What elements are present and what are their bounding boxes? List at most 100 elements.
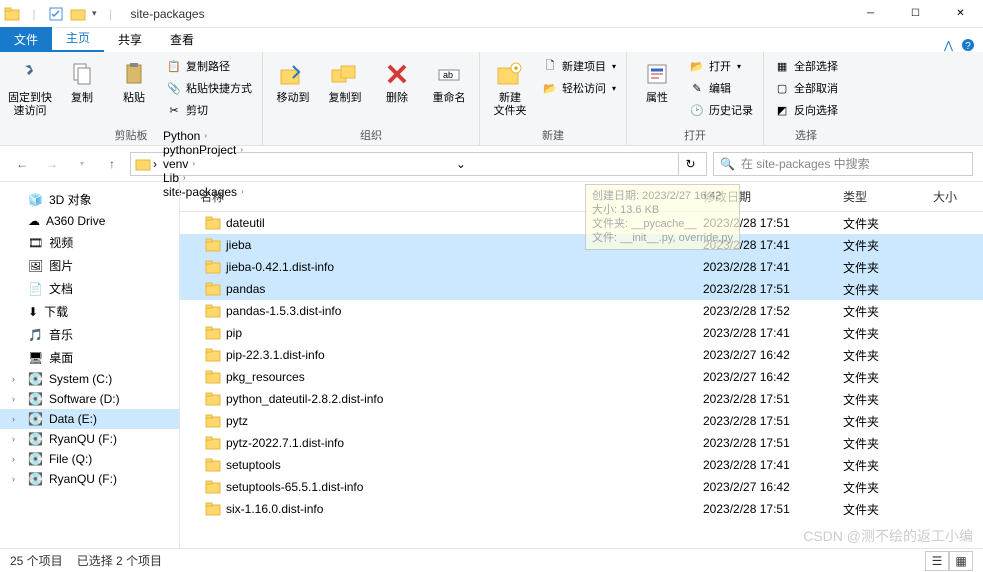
ribbon: 固定到快 速访问 复制 粘贴 📋复制路径 📎粘贴快捷方式 ✂剪切 剪贴板 移动到…: [0, 52, 983, 146]
view-details-button[interactable]: ☰: [925, 551, 949, 571]
tree-item[interactable]: 🖥桌面: [0, 346, 179, 369]
nav-tree[interactable]: 🧊3D 对象☁A360 Drive🎞视频🖼图片📄文档⬇下载🎵音乐🖥桌面›💽Sys…: [0, 182, 180, 548]
moveto-button[interactable]: 移动到: [269, 56, 317, 107]
chevron-right-icon[interactable]: ›: [240, 145, 243, 154]
file-date: 2023/2/28 17:41: [703, 458, 843, 472]
table-row[interactable]: python_dateutil-2.8.2.dist-info2023/2/28…: [180, 388, 983, 410]
table-row[interactable]: jieba2023/2/28 17:41文件夹: [180, 234, 983, 256]
breadcrumb-item[interactable]: venv›: [159, 157, 248, 171]
paste-shortcut-button[interactable]: 📎粘贴快捷方式: [162, 78, 256, 98]
checkbox-icon[interactable]: [48, 6, 64, 22]
table-row[interactable]: pytz2023/2/28 17:51文件夹: [180, 410, 983, 432]
chevron-right-icon[interactable]: ›: [153, 157, 157, 171]
col-size[interactable]: 大小: [933, 188, 983, 205]
main-split: 🧊3D 对象☁A360 Drive🎞视频🖼图片📄文档⬇下载🎵音乐🖥桌面›💽Sys…: [0, 182, 983, 548]
qat-overflow-icon[interactable]: ▾: [92, 8, 97, 19]
tree-item[interactable]: ›💽RyanQU (F:): [0, 429, 179, 449]
file-type: 文件夹: [843, 435, 933, 452]
expand-icon[interactable]: ›: [12, 374, 15, 384]
table-row[interactable]: pip-22.3.1.dist-info2023/2/27 16:42文件夹: [180, 344, 983, 366]
breadcrumb-item[interactable]: Python›: [159, 129, 248, 143]
tree-item[interactable]: ›💽RyanQU (F:): [0, 469, 179, 489]
nav-up-button[interactable]: ↑: [100, 152, 124, 176]
tree-item-label: RyanQU (F:): [49, 472, 117, 486]
edit-button[interactable]: ✎编辑: [685, 78, 757, 98]
chevron-right-icon[interactable]: ›: [183, 173, 186, 182]
tab-view[interactable]: 查看: [156, 27, 208, 52]
folder-icon[interactable]: [70, 6, 86, 22]
search-input[interactable]: 🔍 在 site-packages 中搜索: [713, 152, 973, 176]
copy-icon: [66, 58, 98, 90]
tree-item[interactable]: ›💽Software (D:): [0, 389, 179, 409]
tree-item[interactable]: 📄文档: [0, 277, 179, 300]
copy-path-button[interactable]: 📋复制路径: [162, 56, 256, 76]
maximize-button[interactable]: ☐: [893, 0, 938, 28]
select-none-button[interactable]: ▢全部取消: [770, 78, 842, 98]
copy-button[interactable]: 复制: [58, 56, 106, 107]
tab-share[interactable]: 共享: [104, 27, 156, 52]
table-row[interactable]: six-1.16.0.dist-info2023/2/28 17:51文件夹: [180, 498, 983, 520]
breadcrumb-item[interactable]: pythonProject›: [159, 143, 248, 157]
rename-button[interactable]: ab重命名: [425, 56, 473, 107]
open-button[interactable]: 📂打开▾: [685, 56, 757, 76]
help-icon[interactable]: ?: [961, 38, 975, 52]
close-button[interactable]: ✕: [938, 0, 983, 28]
col-date[interactable]: 修改日期: [703, 188, 843, 205]
tab-home[interactable]: 主页: [52, 25, 104, 52]
newfolder-button[interactable]: ✦新建 文件夹: [486, 56, 534, 120]
expand-icon[interactable]: ›: [12, 394, 15, 404]
minimize-button[interactable]: ─: [848, 0, 893, 28]
nav-forward-button[interactable]: →: [40, 152, 64, 176]
chevron-right-icon[interactable]: ›: [192, 159, 195, 168]
tree-item[interactable]: ⬇下载: [0, 300, 179, 323]
tree-item[interactable]: 🎵音乐: [0, 323, 179, 346]
col-name[interactable]: 名称: [180, 188, 703, 205]
expand-icon[interactable]: ›: [12, 414, 15, 424]
divider-icon: |: [103, 6, 119, 22]
col-type[interactable]: 类型: [843, 188, 933, 205]
expand-icon[interactable]: ›: [12, 434, 15, 444]
list-body[interactable]: 创建日期: 2023/2/27 16:42 大小: 13.6 KB 文件夹: _…: [180, 212, 983, 548]
table-row[interactable]: dateutil2023/2/28 17:51文件夹: [180, 212, 983, 234]
svg-text:✦: ✦: [513, 64, 520, 73]
refresh-button[interactable]: ↻: [678, 153, 702, 175]
tab-file[interactable]: 文件: [0, 27, 52, 52]
history-button[interactable]: 🕑历史记录: [685, 100, 757, 120]
tree-item[interactable]: 🧊3D 对象: [0, 188, 179, 211]
table-row[interactable]: pandas2023/2/28 17:51文件夹: [180, 278, 983, 300]
tree-item[interactable]: ›💽System (C:): [0, 369, 179, 389]
table-row[interactable]: pip2023/2/28 17:41文件夹: [180, 322, 983, 344]
tree-item[interactable]: ›💽Data (E:): [0, 409, 179, 429]
expand-icon[interactable]: ›: [12, 454, 15, 464]
table-row[interactable]: pandas-1.5.3.dist-info2023/2/28 17:52文件夹: [180, 300, 983, 322]
pin-button[interactable]: 固定到快 速访问: [6, 56, 54, 120]
address-bar[interactable]: › Python›pythonProject›venv›Lib›site-pac…: [130, 152, 707, 176]
newitem-button[interactable]: 🗋新建项目▾: [538, 56, 620, 76]
paste-button[interactable]: 粘贴: [110, 56, 158, 107]
nav-back-button[interactable]: ←: [10, 152, 34, 176]
view-icons-button[interactable]: ▦: [949, 551, 973, 571]
table-row[interactable]: pytz-2022.7.1.dist-info2023/2/28 17:51文件…: [180, 432, 983, 454]
list-header[interactable]: 名称 修改日期 类型 大小: [180, 182, 983, 212]
table-row[interactable]: setuptools-65.5.1.dist-info2023/2/27 16:…: [180, 476, 983, 498]
select-invert-button[interactable]: ◩反向选择: [770, 100, 842, 120]
chevron-right-icon[interactable]: ›: [204, 131, 207, 140]
tree-item[interactable]: ☁A360 Drive: [0, 211, 179, 231]
table-row[interactable]: setuptools2023/2/28 17:41文件夹: [180, 454, 983, 476]
easyaccess-button[interactable]: 📂轻松访问▾: [538, 78, 620, 98]
ribbon-tabs: 文件 主页 共享 查看 ⋀ ?: [0, 28, 983, 52]
table-row[interactable]: pkg_resources2023/2/27 16:42文件夹: [180, 366, 983, 388]
cut-button[interactable]: ✂剪切: [162, 100, 256, 120]
collapse-ribbon-icon[interactable]: ⋀: [944, 39, 953, 52]
tree-item[interactable]: ›💽File (Q:): [0, 449, 179, 469]
tree-item[interactable]: 🎞视频: [0, 231, 179, 254]
delete-button[interactable]: 删除: [373, 56, 421, 107]
properties-button[interactable]: 属性: [633, 56, 681, 107]
nav-recent-button[interactable]: ▾: [70, 152, 94, 176]
address-dropdown-icon[interactable]: ⌄: [456, 157, 466, 171]
copyto-button[interactable]: 复制到: [321, 56, 369, 107]
tree-item[interactable]: 🖼图片: [0, 254, 179, 277]
table-row[interactable]: jieba-0.42.1.dist-info2023/2/28 17:41文件夹: [180, 256, 983, 278]
expand-icon[interactable]: ›: [12, 474, 15, 484]
select-all-button[interactable]: ▦全部选择: [770, 56, 842, 76]
